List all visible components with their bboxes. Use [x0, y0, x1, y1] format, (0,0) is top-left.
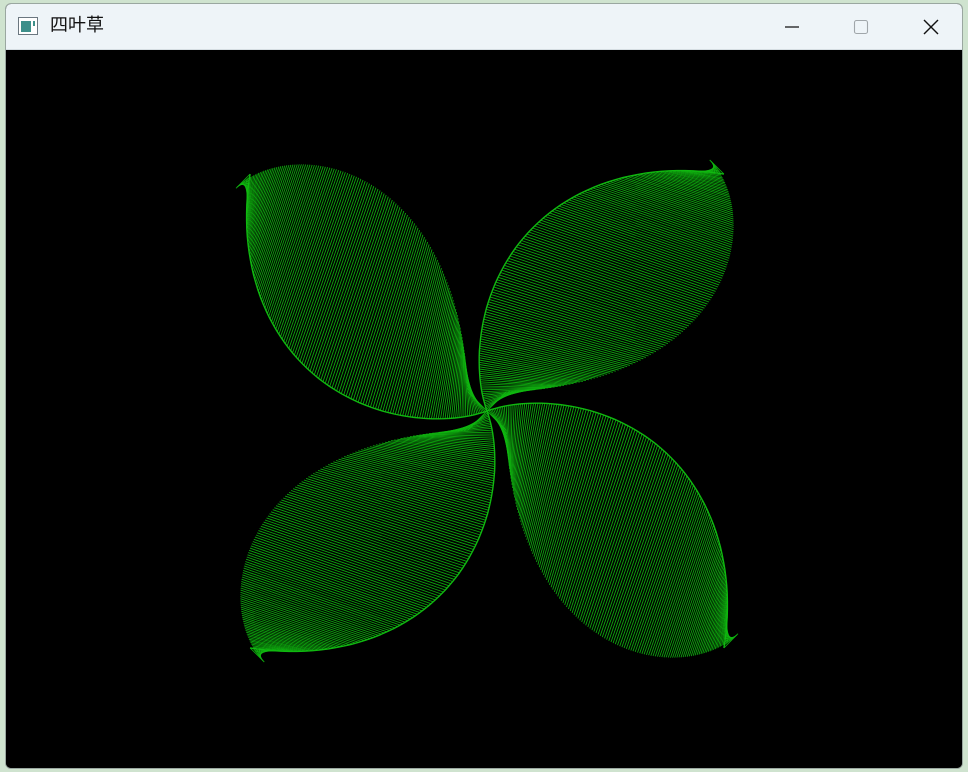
clover-leaf	[478, 159, 734, 412]
leaf-stroke	[307, 184, 373, 370]
leaf-stroke	[606, 456, 671, 640]
leaf-stroke	[301, 181, 366, 364]
leaf-stroke	[604, 454, 669, 639]
leaf-stroke	[524, 235, 711, 301]
clover-leaf	[240, 410, 496, 663]
leaf-stroke	[258, 530, 442, 595]
minimize-button[interactable]	[769, 4, 815, 50]
title-bar[interactable]: 四叶草	[6, 4, 962, 50]
app-window: 四叶草	[5, 3, 963, 769]
clover-leaf	[235, 164, 488, 420]
window-title: 四叶草	[50, 15, 104, 36]
minimize-icon	[785, 26, 799, 28]
leaf-stroke	[263, 521, 450, 587]
leaf-stroke	[528, 231, 714, 297]
close-icon	[923, 19, 939, 35]
leaf-stroke	[597, 448, 663, 635]
leaf-stroke	[534, 225, 717, 290]
leaf-stroke	[260, 525, 446, 591]
app-window-icon	[18, 17, 38, 35]
drawing-canvas	[6, 50, 962, 768]
leaf-stroke	[608, 458, 673, 641]
leaf-stroke	[259, 528, 444, 593]
leaf-stroke	[305, 183, 370, 368]
leaf-stroke	[601, 452, 667, 638]
leaf-stroke	[303, 182, 368, 366]
leaf-stroke	[311, 187, 377, 374]
leaf-stroke	[530, 229, 715, 294]
leaf-stroke	[532, 227, 716, 292]
close-button[interactable]	[908, 4, 954, 50]
maximize-button[interactable]	[838, 4, 884, 50]
maximize-icon	[853, 19, 869, 35]
four-leaf-clover-drawing	[235, 159, 739, 663]
clover-leaf	[486, 402, 739, 658]
leaf-stroke	[257, 532, 440, 597]
